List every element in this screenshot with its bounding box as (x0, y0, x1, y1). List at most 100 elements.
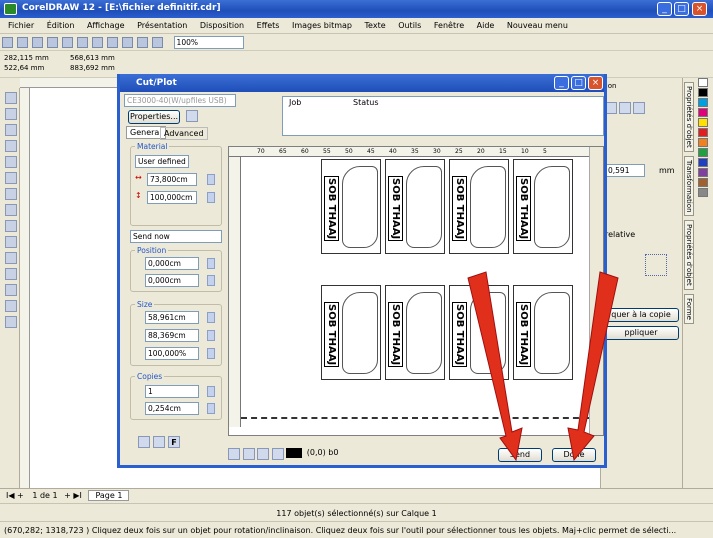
smart-fill-icon[interactable] (5, 172, 17, 184)
dialog-close-button[interactable]: × (588, 76, 603, 90)
copy-spacing-spinner[interactable] (207, 403, 215, 414)
copy-icon[interactable] (77, 37, 88, 48)
docker-tab-properties[interactable]: Propriétés d'objet (684, 82, 694, 152)
menu-fenetre[interactable]: Fenêtre (434, 21, 464, 30)
print-icon[interactable] (47, 37, 58, 48)
save-icon[interactable] (32, 37, 43, 48)
pos-x-field[interactable]: 282,115 mm (4, 54, 49, 62)
menu-effets[interactable]: Effets (257, 21, 280, 30)
eyedropper-tool-icon[interactable] (5, 284, 17, 296)
device-settings-icon[interactable] (186, 110, 198, 122)
menu-images-bitmap[interactable]: Images bitmap (292, 21, 352, 30)
size-width-spinner[interactable] (207, 312, 215, 323)
page-tab[interactable]: Page 1 (88, 490, 130, 501)
first-page-button[interactable]: I◀ + (6, 491, 24, 500)
menu-outils[interactable]: Outils (398, 21, 421, 30)
height-field[interactable]: 883,692 mm (70, 64, 115, 72)
docker-tab-shape[interactable]: Forme (684, 293, 694, 324)
last-page-button[interactable]: + ▶I (64, 491, 82, 500)
redo-icon[interactable] (122, 37, 133, 48)
paste-icon[interactable] (92, 37, 103, 48)
interactive-tool-icon[interactable] (5, 268, 17, 280)
docker-tab-transformation[interactable]: Transformation (684, 155, 694, 217)
send-button[interactable]: Send (498, 448, 542, 462)
scale-field[interactable]: 100,000% (145, 347, 199, 360)
menu-fichier[interactable]: Fichier (8, 21, 34, 30)
material-height-spinner[interactable] (207, 192, 215, 203)
apply-to-copy-button[interactable]: quer à la copie (603, 308, 679, 322)
zoom-tool-icon[interactable] (5, 140, 17, 152)
basic-shapes-icon[interactable] (5, 236, 17, 248)
select-arrow-icon[interactable] (228, 448, 240, 460)
dialog-maximize-button[interactable]: □ (571, 76, 586, 90)
transform-value-field[interactable]: 0,591 (605, 164, 645, 177)
material-height-field[interactable]: 100,000cm (147, 191, 197, 204)
text-tool-icon[interactable] (5, 252, 17, 264)
rotate-icon[interactable] (619, 102, 631, 114)
menu-texte[interactable]: Texte (365, 21, 386, 30)
swatch-cyan[interactable] (698, 98, 708, 107)
ellipse-tool-icon[interactable] (5, 204, 17, 216)
cut-preview-area[interactable]: 70 65 60 55 50 45 40 35 30 25 20 15 10 5 SOB THAAJ SOB… (228, 146, 604, 436)
cut-icon[interactable] (62, 37, 73, 48)
maximize-button[interactable]: □ (674, 2, 689, 16)
menu-aide[interactable]: Aide (477, 21, 495, 30)
zoom-select[interactable]: 100% (173, 36, 244, 49)
material-select[interactable]: User defined (135, 155, 189, 168)
size-width-field[interactable]: 58,961cm (145, 311, 199, 324)
position-x-spinner[interactable] (207, 258, 215, 269)
apply-button[interactable]: ppliquer (603, 326, 679, 340)
swatch-magenta[interactable] (698, 108, 708, 117)
position-y-field[interactable]: 0,000cm (145, 274, 199, 287)
outline-tool-icon[interactable] (5, 300, 17, 312)
menu-presentation[interactable]: Présentation (137, 21, 187, 30)
menu-edition[interactable]: Édition (47, 21, 75, 30)
swatch-green[interactable] (698, 148, 708, 157)
preview-scrollbar[interactable] (589, 147, 603, 435)
material-width-field[interactable]: 73,800cm (147, 173, 197, 186)
swatch-gray[interactable] (698, 188, 708, 197)
material-width-spinner[interactable] (207, 174, 215, 185)
size-height-spinner[interactable] (207, 330, 215, 341)
width-field[interactable]: 568,613 mm (70, 54, 115, 62)
minimize-button[interactable]: _ (657, 2, 672, 16)
polygon-tool-icon[interactable] (5, 220, 17, 232)
swatch-white[interactable] (698, 78, 708, 87)
close-button[interactable]: × (692, 2, 707, 16)
anchor-grid[interactable] (645, 254, 667, 276)
swatch-black[interactable] (698, 88, 708, 97)
scale-spinner[interactable] (207, 348, 215, 359)
properties-button[interactable]: Properties... (128, 110, 180, 124)
menu-affichage[interactable]: Affichage (87, 21, 125, 30)
copy-spacing-field[interactable]: 0,254cm (145, 402, 199, 415)
page-view-icon[interactable] (257, 448, 270, 460)
shape-tool-icon[interactable] (5, 108, 17, 120)
swatch-yellow[interactable] (698, 118, 708, 127)
rectangle-tool-icon[interactable] (5, 188, 17, 200)
new-icon[interactable] (2, 37, 13, 48)
zoom-in-icon[interactable] (242, 448, 255, 460)
import-icon[interactable] (137, 37, 148, 48)
zoom-out-icon[interactable] (271, 448, 284, 460)
swatch-purple[interactable] (698, 168, 708, 177)
open-icon[interactable] (17, 37, 28, 48)
tab-advanced[interactable]: Advanced (160, 127, 208, 140)
swatch-orange[interactable] (698, 138, 708, 147)
position-x-field[interactable]: 0,000cm (145, 257, 199, 270)
done-button[interactable]: Done (552, 448, 596, 462)
docker-tab-object-properties[interactable]: Propriétés d'objet (684, 220, 694, 290)
send-mode-select[interactable]: Send now (130, 230, 222, 243)
crop-tool-icon[interactable] (5, 124, 17, 136)
scale-icon[interactable] (633, 102, 645, 114)
size-height-field[interactable]: 88,369cm (145, 329, 199, 342)
freehand-tool-icon[interactable] (5, 156, 17, 168)
device-select[interactable]: CE3000-40(W/upfiles USB) (124, 94, 236, 107)
pos-y-field[interactable]: 522,64 mm (4, 64, 44, 72)
undo-icon[interactable] (107, 37, 118, 48)
swatch-red[interactable] (698, 128, 708, 137)
swatch-brown[interactable] (698, 178, 708, 187)
swatch-blue[interactable] (698, 158, 708, 167)
fill-tool-icon[interactable] (5, 316, 17, 328)
export-icon[interactable] (152, 37, 163, 48)
copies-field[interactable]: 1 (145, 385, 199, 398)
